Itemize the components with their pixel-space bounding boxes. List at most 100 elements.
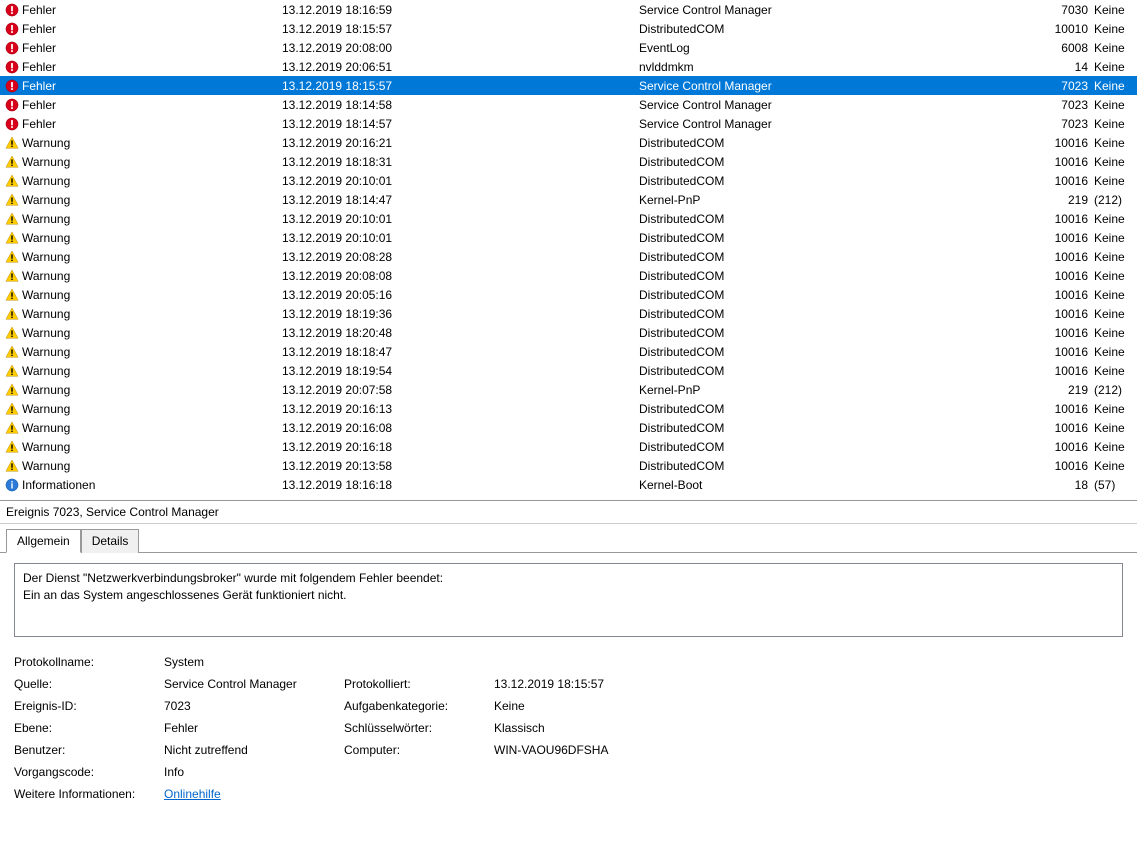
cell-id: 10016 xyxy=(1053,421,1094,435)
error-icon xyxy=(4,98,20,112)
event-row[interactable]: Fehler13.12.2019 20:06:51nvlddmkm14Keine xyxy=(0,57,1137,76)
event-row[interactable]: Warnung13.12.2019 18:14:47Kernel-PnP219(… xyxy=(0,190,1137,209)
cell-date: 13.12.2019 20:16:18 xyxy=(282,440,639,454)
warning-icon xyxy=(4,402,20,416)
warning-icon xyxy=(4,155,20,169)
event-row[interactable]: Warnung13.12.2019 20:10:01DistributedCOM… xyxy=(0,171,1137,190)
event-row[interactable]: Warnung13.12.2019 18:18:47DistributedCOM… xyxy=(0,342,1137,361)
event-row[interactable]: Warnung13.12.2019 20:05:16DistributedCOM… xyxy=(0,285,1137,304)
online-help-link[interactable]: Onlinehilfe xyxy=(164,787,221,801)
cell-id: 10016 xyxy=(1053,459,1094,473)
tab-details[interactable]: Details xyxy=(81,529,140,553)
cell-source: DistributedCOM xyxy=(639,22,1053,36)
cell-date: 13.12.2019 20:10:01 xyxy=(282,174,639,188)
cell-task: Keine xyxy=(1094,459,1133,473)
desc-line2: Ein an das System angeschlossenes Gerät … xyxy=(23,587,1114,604)
cell-id: 10016 xyxy=(1053,231,1094,245)
event-row[interactable]: Fehler13.12.2019 18:14:57Service Control… xyxy=(0,114,1137,133)
warning-icon xyxy=(4,136,20,150)
cell-id: 219 xyxy=(1053,193,1094,207)
cell-task: (57) xyxy=(1094,478,1133,492)
event-row[interactable]: Warnung13.12.2019 20:07:58Kernel-PnP219(… xyxy=(0,380,1137,399)
cell-level: Warnung xyxy=(20,288,282,302)
tab-bar: Allgemein Details xyxy=(0,524,1137,553)
event-row[interactable]: Fehler13.12.2019 18:15:57DistributedCOM1… xyxy=(0,19,1137,38)
cell-date: 13.12.2019 20:10:01 xyxy=(282,212,639,226)
event-row[interactable]: Warnung13.12.2019 20:08:08DistributedCOM… xyxy=(0,266,1137,285)
event-row[interactable]: Warnung13.12.2019 20:16:08DistributedCOM… xyxy=(0,418,1137,437)
cell-source: DistributedCOM xyxy=(639,459,1053,473)
cell-source: DistributedCOM xyxy=(639,231,1053,245)
cell-id: 10016 xyxy=(1053,269,1094,283)
cell-task: Keine xyxy=(1094,136,1133,150)
value-level: Fehler xyxy=(164,721,334,735)
cell-date: 13.12.2019 20:16:13 xyxy=(282,402,639,416)
event-row[interactable]: Warnung13.12.2019 20:10:01DistributedCOM… xyxy=(0,209,1137,228)
cell-date: 13.12.2019 18:20:48 xyxy=(282,326,639,340)
cell-task: Keine xyxy=(1094,79,1133,93)
cell-id: 10016 xyxy=(1053,440,1094,454)
cell-source: DistributedCOM xyxy=(639,421,1053,435)
event-row[interactable]: Warnung13.12.2019 20:13:58DistributedCOM… xyxy=(0,456,1137,475)
cell-level: Warnung xyxy=(20,383,282,397)
warning-icon xyxy=(4,440,20,454)
cell-date: 13.12.2019 20:16:21 xyxy=(282,136,639,150)
event-row[interactable]: Fehler13.12.2019 20:08:00EventLog6008Kei… xyxy=(0,38,1137,57)
cell-source: DistributedCOM xyxy=(639,345,1053,359)
event-row[interactable]: Warnung13.12.2019 18:20:48DistributedCOM… xyxy=(0,323,1137,342)
cell-source: Kernel-PnP xyxy=(639,383,1053,397)
cell-source: Service Control Manager xyxy=(639,79,1053,93)
label-computer: Computer: xyxy=(344,743,484,757)
cell-task: Keine xyxy=(1094,155,1133,169)
event-row[interactable]: Warnung13.12.2019 20:16:18DistributedCOM… xyxy=(0,437,1137,456)
cell-level: Warnung xyxy=(20,459,282,473)
label-source: Quelle: xyxy=(14,677,154,691)
cell-id: 10016 xyxy=(1053,326,1094,340)
event-row[interactable]: Warnung13.12.2019 18:19:36DistributedCOM… xyxy=(0,304,1137,323)
cell-level: Fehler xyxy=(20,22,282,36)
event-row[interactable]: Fehler13.12.2019 18:15:57Service Control… xyxy=(0,76,1137,95)
tab-general[interactable]: Allgemein xyxy=(6,529,81,553)
cell-level: Warnung xyxy=(20,421,282,435)
label-eventid: Ereignis-ID: xyxy=(14,699,154,713)
error-icon xyxy=(4,3,20,17)
event-row[interactable]: Warnung13.12.2019 20:10:01DistributedCOM… xyxy=(0,228,1137,247)
cell-source: nvlddmkm xyxy=(639,60,1053,74)
cell-task: Keine xyxy=(1094,60,1133,74)
warning-icon xyxy=(4,174,20,188)
cell-id: 6008 xyxy=(1053,41,1094,55)
cell-id: 219 xyxy=(1053,383,1094,397)
label-logname: Protokollname: xyxy=(14,655,154,669)
cell-level: Fehler xyxy=(20,117,282,131)
cell-level: Warnung xyxy=(20,345,282,359)
value-eventid: 7023 xyxy=(164,699,334,713)
label-taskcat: Aufgabenkategorie: xyxy=(344,699,484,713)
warning-icon xyxy=(4,421,20,435)
label-logged: Protokolliert: xyxy=(344,677,484,691)
error-icon xyxy=(4,117,20,131)
cell-level: Fehler xyxy=(20,98,282,112)
cell-level: Warnung xyxy=(20,269,282,283)
cell-date: 13.12.2019 18:14:47 xyxy=(282,193,639,207)
event-list[interactable]: Fehler13.12.2019 18:16:59Service Control… xyxy=(0,0,1137,501)
event-row[interactable]: Warnung13.12.2019 20:16:21DistributedCOM… xyxy=(0,133,1137,152)
cell-level: Warnung xyxy=(20,136,282,150)
event-row[interactable]: Fehler13.12.2019 18:14:58Service Control… xyxy=(0,95,1137,114)
cell-level: Warnung xyxy=(20,174,282,188)
event-row[interactable]: Fehler13.12.2019 18:16:59Service Control… xyxy=(0,0,1137,19)
event-row[interactable]: Informationen13.12.2019 18:16:18Kernel-B… xyxy=(0,475,1137,494)
cell-task: Keine xyxy=(1094,307,1133,321)
cell-date: 13.12.2019 18:16:59 xyxy=(282,3,639,17)
event-row[interactable]: Warnung13.12.2019 20:16:13DistributedCOM… xyxy=(0,399,1137,418)
cell-task: Keine xyxy=(1094,41,1133,55)
event-row[interactable]: Warnung13.12.2019 18:18:31DistributedCOM… xyxy=(0,152,1137,171)
event-row[interactable]: Warnung13.12.2019 20:08:28DistributedCOM… xyxy=(0,247,1137,266)
cell-source: DistributedCOM xyxy=(639,250,1053,264)
warning-icon xyxy=(4,212,20,226)
cell-source: DistributedCOM xyxy=(639,307,1053,321)
value-computer: WIN-VAOU96DFSHA xyxy=(494,743,1123,757)
cell-task: Keine xyxy=(1094,212,1133,226)
event-row[interactable]: Warnung13.12.2019 18:19:54DistributedCOM… xyxy=(0,361,1137,380)
cell-date: 13.12.2019 18:14:57 xyxy=(282,117,639,131)
cell-id: 10016 xyxy=(1053,345,1094,359)
